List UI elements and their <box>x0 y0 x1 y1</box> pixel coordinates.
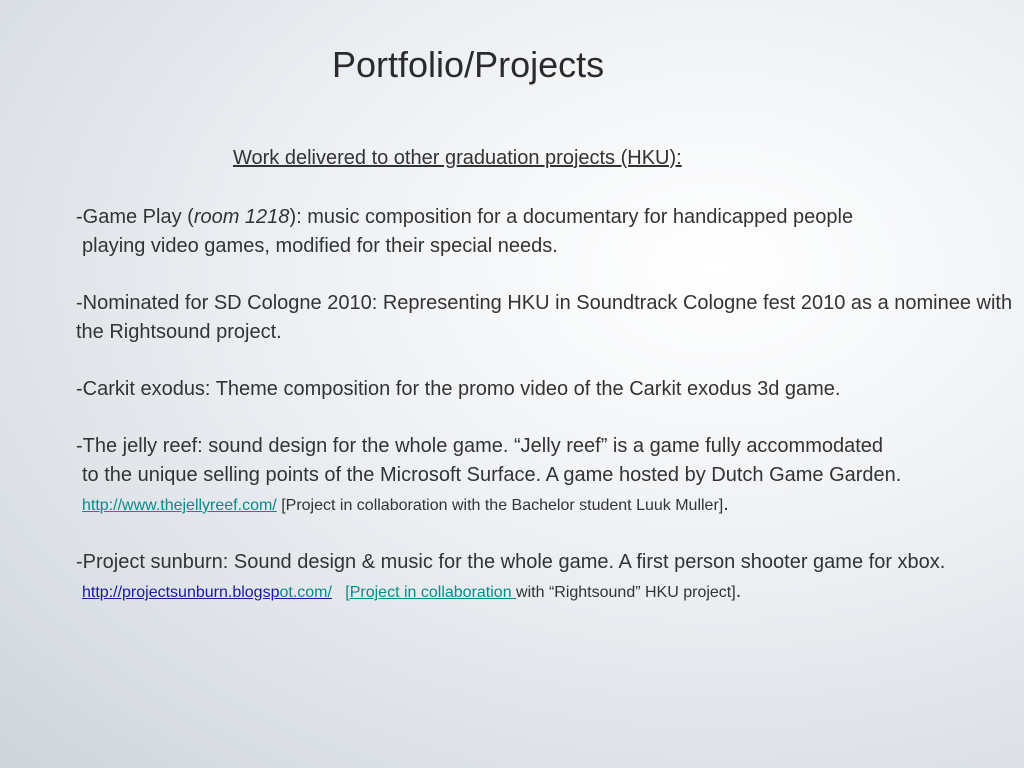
project-game-play: -Game Play (room 1218): music compositio… <box>76 206 854 257</box>
project-sd-cologne: -Nominated for SD Cologne 2010: Represen… <box>76 292 1013 343</box>
project-carkit-exodus: -Carkit exodus: Theme composition for th… <box>76 378 841 400</box>
section-subtitle: Work delivered to other graduation proje… <box>233 147 682 169</box>
jelly-reef-link[interactable]: http://www.thejellyreef.com/ <box>82 497 277 514</box>
project-list: -Game Play (room 1218): music compositio… <box>76 203 1016 607</box>
project-jelly-reef: -The jelly reef: sound design for the wh… <box>76 435 902 515</box>
page-title: Portfolio/Projects <box>332 44 605 85</box>
jelly-reef-note: [Project in collaboration with the Bache… <box>281 497 724 514</box>
sunburn-note: with “Rightsound” HKU project] <box>516 584 736 601</box>
project-sunburn: -Project sunburn: Sound design & music f… <box>76 551 946 602</box>
sunburn-link[interactable]: http://projectsunburn.blogspot.com/ <box>82 584 332 601</box>
room-name: room 1218 <box>193 206 290 228</box>
sunburn-collab-link[interactable]: [Project in collaboration <box>345 584 516 601</box>
